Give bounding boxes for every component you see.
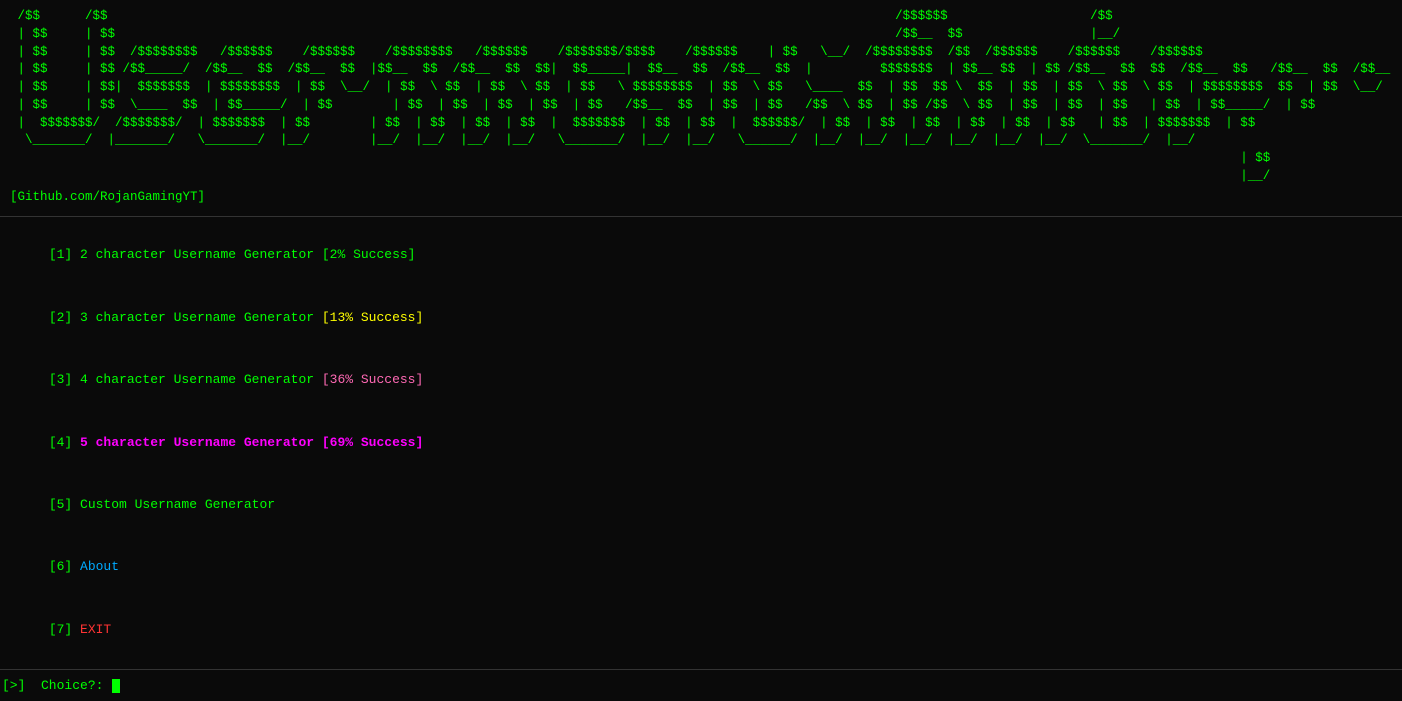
ascii-line-4: | $$ | $$ /$$_____/ /$$__ $$ /$$__ $$ |$… bbox=[10, 61, 1392, 79]
menu-label-7: EXIT bbox=[72, 622, 111, 637]
menu-item-6[interactable]: [6] About bbox=[2, 537, 1400, 599]
menu-num-5: [5] bbox=[49, 497, 72, 512]
ascii-line-7: | $$$$$$$/ /$$$$$$$/ | $$$$$$$ | $$ | $$… bbox=[10, 115, 1392, 133]
menu-num-6: [6] bbox=[49, 559, 72, 574]
prompt-text: [>] Choice?: bbox=[2, 678, 111, 693]
menu-num-3: [3] bbox=[49, 372, 72, 387]
prompt-section[interactable]: [>] Choice?: bbox=[0, 674, 1402, 697]
top-divider bbox=[0, 216, 1402, 217]
menu-success-1: [2% Success] bbox=[322, 247, 416, 262]
menu-num-1: [1] bbox=[49, 247, 72, 262]
ascii-line-1: /$$ /$$ /$$$$$$ /$$ bbox=[10, 8, 1392, 26]
menu-item-5[interactable]: [5] Custom Username Generator bbox=[2, 474, 1400, 536]
menu-label-2: 3 character Username Generator bbox=[72, 310, 322, 325]
menu-label-4: 5 character Username Generator bbox=[72, 435, 322, 450]
menu-item-4[interactable]: [4] 5 character Username Generator [69% … bbox=[2, 412, 1400, 474]
ascii-line-5: | $$ | $$| $$$$$$$ | $$$$$$$$ | $$ \__/ … bbox=[10, 79, 1392, 97]
menu-label-3: 4 character Username Generator bbox=[72, 372, 322, 387]
ascii-art-banner: /$$ /$$ /$$$$$$ /$$ | $$ | $$ bbox=[0, 0, 1402, 210]
bottom-divider bbox=[0, 669, 1402, 670]
ascii-line-2: | $$ | $$ /$$__ $$ |__/ bbox=[10, 26, 1392, 44]
github-link: [Github.com/RojanGamingYT] bbox=[10, 188, 1392, 206]
menu-item-7[interactable]: [7] EXIT bbox=[2, 599, 1400, 661]
ascii-line-right2: |__/ bbox=[10, 168, 1392, 186]
menu-success-3: [36% Success] bbox=[322, 372, 423, 387]
ascii-line-3: | $$ | $$ /$$$$$$$$ /$$$$$$ /$$$$$$ /$$$… bbox=[10, 44, 1392, 62]
ascii-line-6: | $$ | $$ \____ $$ | $$_____/ | $$ | $$ … bbox=[10, 97, 1392, 115]
menu-item-1[interactable]: [1] 2 character Username Generator [2% S… bbox=[2, 225, 1400, 287]
menu-section: [1] 2 character Username Generator [2% S… bbox=[0, 221, 1402, 666]
menu-item-2[interactable]: [2] 3 character Username Generator [13% … bbox=[2, 287, 1400, 349]
cursor bbox=[112, 679, 120, 693]
menu-label-1: 2 character Username Generator bbox=[72, 247, 322, 262]
menu-item-3[interactable]: [3] 4 character Username Generator [36% … bbox=[2, 349, 1400, 411]
menu-label-5: Custom Username Generator bbox=[72, 497, 275, 512]
menu-success-2: [13% Success] bbox=[322, 310, 423, 325]
ascii-line-8: \_______/ |_______/ \_______/ |__/ |__/ … bbox=[10, 132, 1392, 150]
menu-num-7: [7] bbox=[49, 622, 72, 637]
menu-label-6: About bbox=[72, 559, 119, 574]
menu-success-4: [69% Success] bbox=[322, 435, 423, 450]
terminal-window: /$$ /$$ /$$$$$$ /$$ | $$ | $$ bbox=[0, 0, 1402, 701]
ascii-line-right1: | $$ bbox=[10, 150, 1392, 168]
menu-num-4: [4] bbox=[49, 435, 72, 450]
menu-num-2: [2] bbox=[49, 310, 72, 325]
